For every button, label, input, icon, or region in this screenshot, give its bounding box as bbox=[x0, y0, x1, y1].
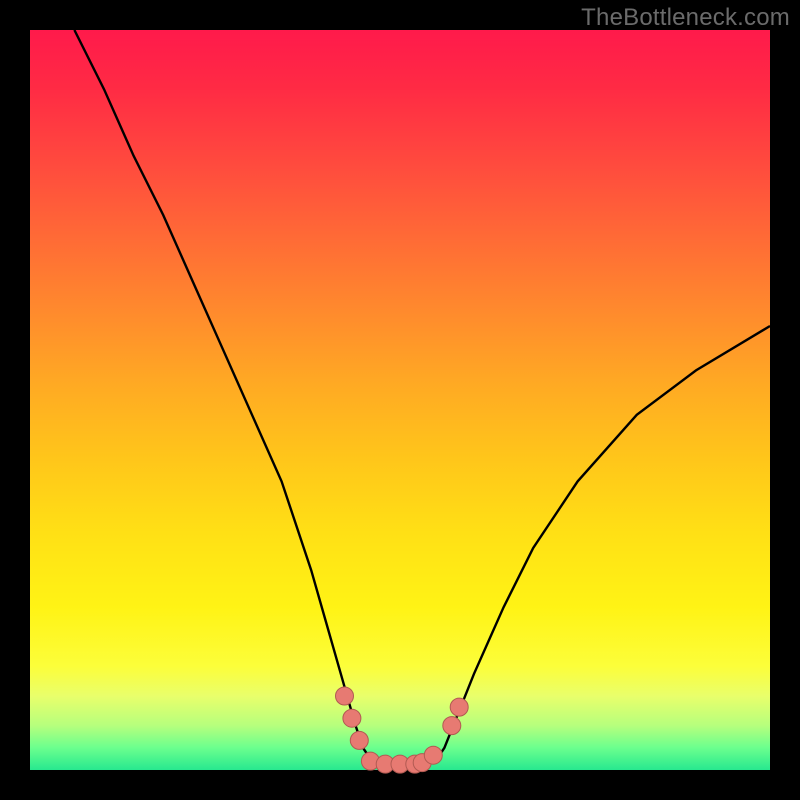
watermark-text: TheBottleneck.com bbox=[581, 4, 790, 32]
marker-dot bbox=[343, 709, 361, 727]
marker-layer bbox=[30, 30, 770, 770]
marker-dot bbox=[350, 731, 368, 749]
marker-group bbox=[336, 687, 469, 773]
marker-dot bbox=[424, 746, 442, 764]
marker-dot bbox=[443, 717, 461, 735]
plot-area bbox=[30, 30, 770, 770]
chart-frame: TheBottleneck.com bbox=[0, 0, 800, 800]
marker-dot bbox=[450, 698, 468, 716]
marker-dot bbox=[336, 687, 354, 705]
